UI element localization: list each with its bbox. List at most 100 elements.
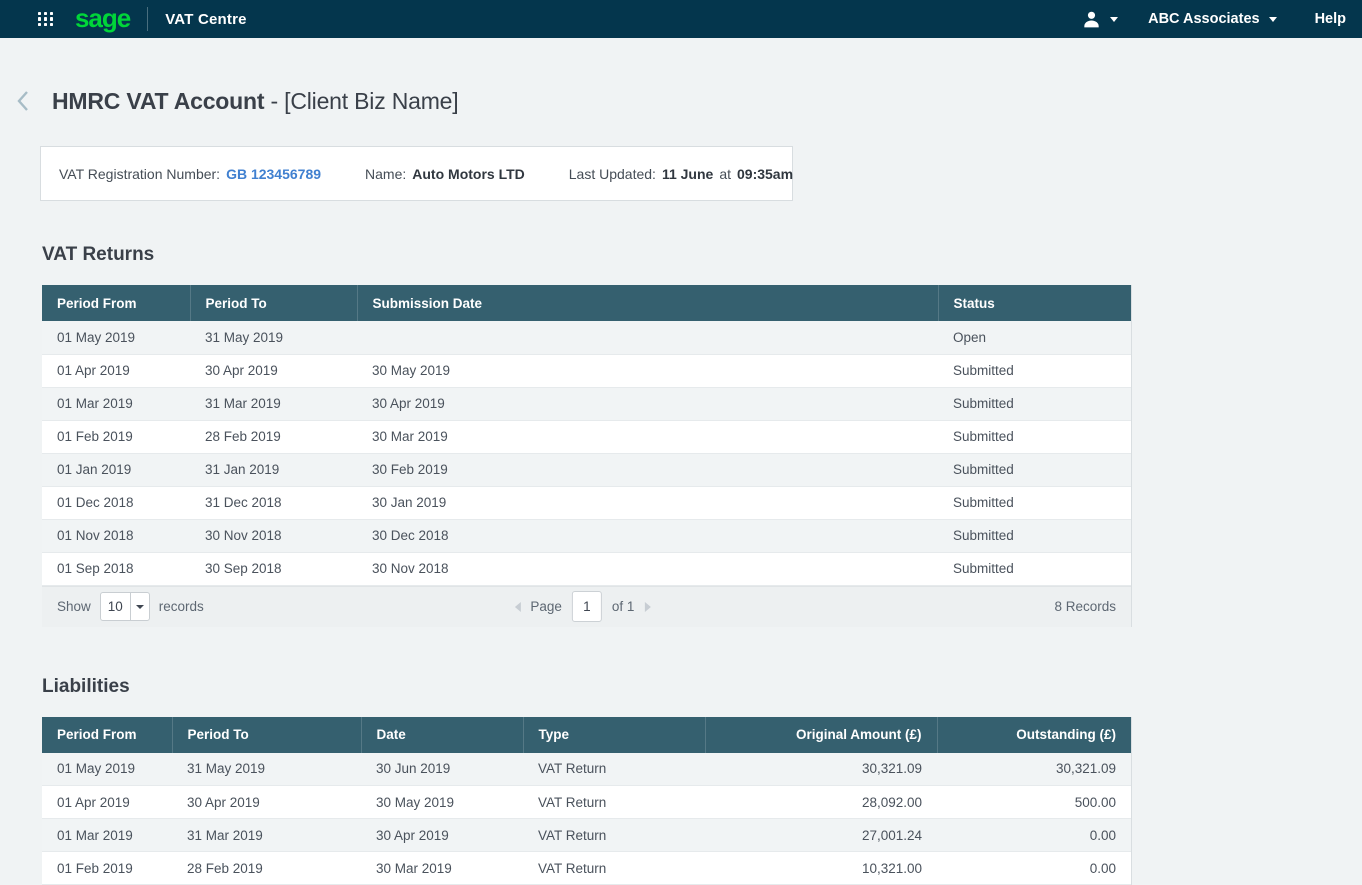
table-cell: 30 Feb 2019 <box>357 453 938 486</box>
table-cell: 01 Sep 2018 <box>42 552 190 585</box>
vat-registration-label: VAT Registration Number: <box>59 166 220 182</box>
last-updated-date: 11 June <box>662 166 713 182</box>
table-cell: 30 Jan 2019 <box>357 486 938 519</box>
table-cell: VAT Return <box>523 786 705 819</box>
liabilities-heading: Liabilities <box>42 676 1362 698</box>
vat-registration-number-link[interactable]: GB 123456789 <box>226 166 321 182</box>
table-cell: VAT Return <box>523 819 705 852</box>
liabilities-table: Period From Period To Date Type Original… <box>42 717 1132 885</box>
table-cell: 30 Apr 2019 <box>172 786 361 819</box>
table-cell: 30 Apr 2019 <box>190 354 357 387</box>
chevron-left-icon <box>16 90 29 112</box>
table-cell: 01 Feb 2019 <box>42 420 190 453</box>
page-of-label: of 1 <box>612 599 635 614</box>
table-header-row: Period From Period To Date Type Original… <box>42 717 1131 753</box>
table-row: 01 Apr 201930 Apr 201930 May 2019Submitt… <box>42 354 1131 387</box>
last-updated-time: 09:35am <box>737 166 793 182</box>
page-size-value: 10 <box>101 593 130 620</box>
next-page-button[interactable] <box>644 602 650 612</box>
pager: Page of 1 <box>514 591 650 622</box>
table-cell: 01 Apr 2019 <box>42 354 190 387</box>
vat-summary-card: VAT Registration Number: GB 123456789 Na… <box>40 146 793 201</box>
last-updated-section: Last Updated: 11 June at 09:35am <box>569 166 793 182</box>
table-header-row: Period From Period To Submission Date St… <box>42 285 1131 321</box>
table-cell: 31 May 2019 <box>190 321 357 354</box>
help-link[interactable]: Help <box>1315 11 1346 27</box>
account-menu[interactable]: ABC Associates <box>1148 11 1276 27</box>
table-cell: 30 Nov 2018 <box>357 552 938 585</box>
page-size-control: Show 10 records <box>57 592 204 621</box>
app-launcher-icon[interactable] <box>38 12 53 27</box>
caret-down-icon <box>130 593 149 620</box>
table-cell: Open <box>938 321 1131 354</box>
table-row: 01 Nov 201830 Nov 201830 Dec 2018Submitt… <box>42 519 1131 552</box>
client-name-section: Name: Auto Motors LTD <box>365 166 525 182</box>
table-cell: 30 Jun 2019 <box>361 753 523 786</box>
table-cell: 30 Dec 2018 <box>357 519 938 552</box>
table-row: 01 Dec 201831 Dec 201830 Jan 2019Submitt… <box>42 486 1131 519</box>
column-header-original-amount: Original Amount (£) <box>705 717 937 753</box>
table-cell: 0.00 <box>937 852 1131 885</box>
app-title: VAT Centre <box>165 11 246 28</box>
table-cell: 28 Feb 2019 <box>172 852 361 885</box>
table-row: 01 May 201931 May 201930 Jun 2019VAT Ret… <box>42 753 1131 786</box>
table-cell: 31 Jan 2019 <box>190 453 357 486</box>
page-header: HMRC VAT Account - [Client Biz Name] <box>16 88 1362 115</box>
page-number-input[interactable] <box>572 591 602 622</box>
table-cell: 31 May 2019 <box>172 753 361 786</box>
page-label: Page <box>530 599 562 614</box>
table-cell: 27,001.24 <box>705 819 937 852</box>
table-cell: 30 Mar 2019 <box>361 852 523 885</box>
table-cell: Submitted <box>938 453 1131 486</box>
table-cell: 01 Nov 2018 <box>42 519 190 552</box>
records-count: 8 Records <box>1054 599 1116 614</box>
page-title-main: HMRC VAT Account <box>52 88 264 114</box>
table-cell: 01 Jan 2019 <box>42 453 190 486</box>
column-header-period-from: Period From <box>42 285 190 321</box>
account-name: ABC Associates <box>1148 11 1259 27</box>
table-cell: 30 Mar 2019 <box>357 420 938 453</box>
user-icon <box>1081 9 1102 30</box>
table-cell: 28 Feb 2019 <box>190 420 357 453</box>
previous-page-button[interactable] <box>514 602 520 612</box>
client-name-label: Name: <box>365 166 406 182</box>
table-cell: 31 Dec 2018 <box>190 486 357 519</box>
table-cell: 01 May 2019 <box>42 321 190 354</box>
table-cell: 31 Mar 2019 <box>172 819 361 852</box>
column-header-date: Date <box>361 717 523 753</box>
table-cell: 30 Nov 2018 <box>190 519 357 552</box>
column-header-period-to: Period To <box>190 285 357 321</box>
table-cell: 31 Mar 2019 <box>190 387 357 420</box>
back-button[interactable] <box>16 90 29 114</box>
table-cell: 01 Feb 2019 <box>42 852 172 885</box>
show-label: Show <box>57 599 91 614</box>
table-cell: 30 May 2019 <box>357 354 938 387</box>
page-size-select[interactable]: 10 <box>100 592 150 621</box>
table-cell: 500.00 <box>937 786 1131 819</box>
table-row: 01 Apr 201930 Apr 201930 May 2019VAT Ret… <box>42 786 1131 819</box>
vat-registration-section: VAT Registration Number: GB 123456789 <box>59 166 321 182</box>
last-updated-connector: at <box>719 166 731 182</box>
caret-right-icon <box>644 602 650 612</box>
table-cell: Submitted <box>938 519 1131 552</box>
user-menu[interactable] <box>1081 9 1118 30</box>
table-cell: Submitted <box>938 387 1131 420</box>
table-row: 01 Sep 201830 Sep 201830 Nov 2018Submitt… <box>42 552 1131 585</box>
chevron-down-icon <box>1110 17 1118 22</box>
column-header-period-to: Period To <box>172 717 361 753</box>
records-label: records <box>159 599 204 614</box>
table-row: 01 May 201931 May 2019 Open <box>42 321 1131 354</box>
table-cell: 30 May 2019 <box>361 786 523 819</box>
caret-left-icon <box>514 602 520 612</box>
vat-returns-pagination: Show 10 records Page of 1 8 Records <box>42 586 1131 627</box>
sage-logo[interactable]: sage <box>75 5 130 31</box>
table-cell: 30,321.09 <box>705 753 937 786</box>
table-row: 01 Feb 201928 Feb 201930 Mar 2019Submitt… <box>42 420 1131 453</box>
vat-returns-heading: VAT Returns <box>42 244 1362 266</box>
table-cell: 30 Apr 2019 <box>357 387 938 420</box>
table-cell <box>357 321 938 354</box>
table-cell: 01 May 2019 <box>42 753 172 786</box>
table-cell: 01 Dec 2018 <box>42 486 190 519</box>
table-cell: 01 Mar 2019 <box>42 819 172 852</box>
table-cell: VAT Return <box>523 753 705 786</box>
